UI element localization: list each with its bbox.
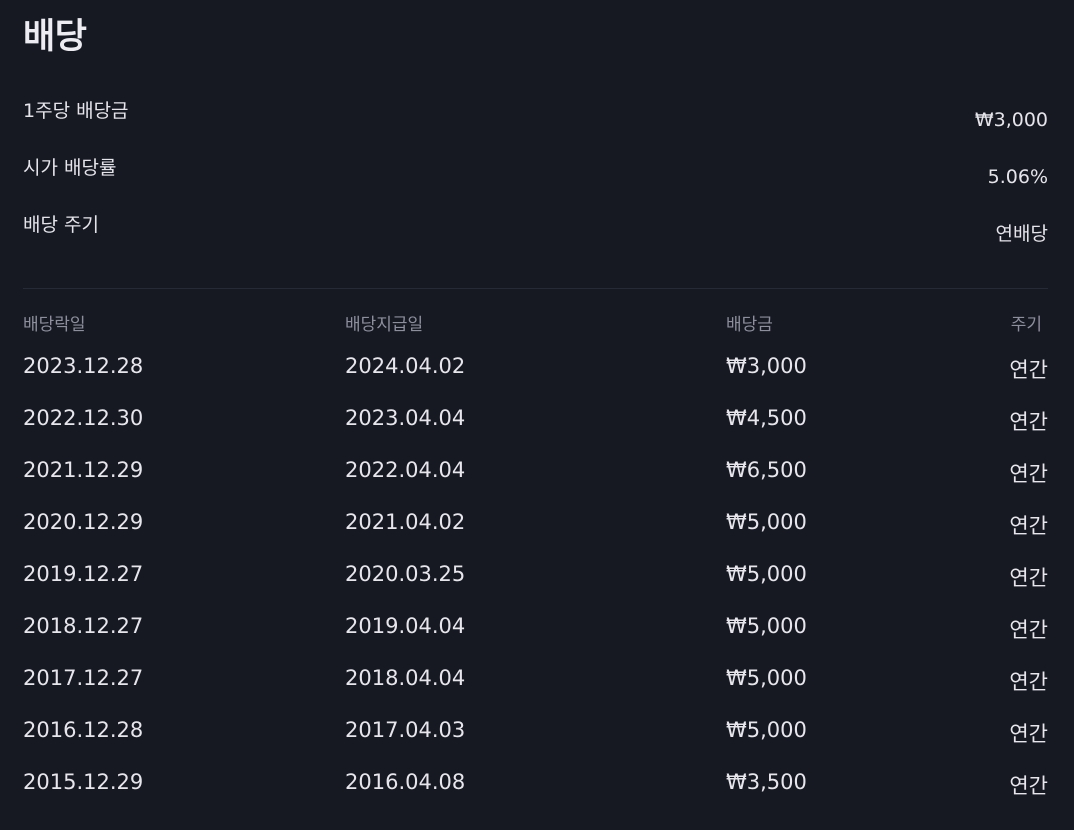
section-divider	[23, 288, 1048, 289]
pay-date-cell: 2018.04.04	[345, 666, 466, 690]
pay-date-cell: 2023.04.04	[345, 406, 466, 430]
dividend-history-table: 배당락일 배당지급일 배당금 주기 2023.12.28 2024.04.02 ₩3…	[23, 304, 1048, 810]
table-row: 2016.12.28 2017.04.03 ₩5,000 연간	[23, 706, 1048, 758]
amount-cell: ₩6,500	[726, 458, 807, 482]
summary-label: 배당 주기	[23, 213, 99, 236]
cycle-cell: 연간	[1009, 618, 1048, 642]
table-header: 배당락일 배당지급일 배당금 주기	[23, 304, 1048, 342]
summary-label: 1주당 배당금	[23, 99, 129, 122]
cycle-cell: 연간	[1009, 566, 1048, 590]
summary-value: ₩3,000	[974, 108, 1048, 131]
amount-cell: ₩5,000	[726, 718, 807, 742]
amount-cell: ₩5,000	[726, 614, 807, 638]
cycle-cell: 연간	[1009, 722, 1048, 746]
page-title: 배당	[23, 17, 87, 57]
ex-date-cell: 2020.12.29	[23, 510, 144, 534]
summary-row-yield: 시가 배당률 5.06%	[23, 143, 1048, 200]
dividend-panel: 배당 1주당 배당금 ₩3,000 시가 배당률 5.06% 배당 주기 연배당…	[0, 0, 1074, 830]
summary-label: 시가 배당률	[23, 156, 117, 179]
dividend-summary: 1주당 배당금 ₩3,000 시가 배당률 5.06% 배당 주기 연배당	[23, 86, 1048, 257]
ex-date-cell: 2017.12.27	[23, 666, 144, 690]
table-body: 2023.12.28 2024.04.02 ₩3,000 연간 2022.12.30 20…	[23, 342, 1048, 810]
ex-date-cell: 2015.12.29	[23, 770, 144, 794]
ex-date-cell: 2022.12.30	[23, 406, 144, 430]
pay-date-cell: 2017.04.03	[345, 718, 466, 742]
table-row: 2018.12.27 2019.04.04 ₩5,000 연간	[23, 602, 1048, 654]
amount-cell: ₩3,000	[726, 354, 807, 378]
amount-cell: ₩5,000	[726, 510, 807, 534]
table-row: 2017.12.27 2018.04.04 ₩5,000 연간	[23, 654, 1048, 706]
summary-value: 5.06%	[987, 165, 1048, 188]
cycle-cell: 연간	[1009, 514, 1048, 538]
column-header-amount: 배당금	[726, 315, 773, 335]
pay-date-cell: 2022.04.04	[345, 458, 466, 482]
ex-date-cell: 2021.12.29	[23, 458, 144, 482]
cycle-cell: 연간	[1009, 670, 1048, 694]
pay-date-cell: 2019.04.04	[345, 614, 466, 638]
pay-date-cell: 2024.04.02	[345, 354, 466, 378]
cycle-cell: 연간	[1009, 774, 1048, 798]
ex-date-cell: 2023.12.28	[23, 354, 144, 378]
summary-row-cycle: 배당 주기 연배당	[23, 200, 1048, 257]
amount-cell: ₩5,000	[726, 562, 807, 586]
cycle-cell: 연간	[1009, 462, 1048, 486]
summary-value: 연배당	[995, 222, 1048, 245]
cycle-cell: 연간	[1009, 358, 1048, 382]
pay-date-cell: 2020.03.25	[345, 562, 466, 586]
table-row: 2021.12.29 2022.04.04 ₩6,500 연간	[23, 446, 1048, 498]
table-row: 2019.12.27 2020.03.25 ₩5,000 연간	[23, 550, 1048, 602]
pay-date-cell: 2021.04.02	[345, 510, 466, 534]
column-header-pay-date: 배당지급일	[345, 315, 424, 335]
ex-date-cell: 2016.12.28	[23, 718, 144, 742]
amount-cell: ₩4,500	[726, 406, 807, 430]
table-row: 2020.12.29 2021.04.02 ₩5,000 연간	[23, 498, 1048, 550]
amount-cell: ₩5,000	[726, 666, 807, 690]
column-header-cycle: 주기	[1010, 315, 1042, 335]
summary-row-per-share: 1주당 배당금 ₩3,000	[23, 86, 1048, 143]
ex-date-cell: 2018.12.27	[23, 614, 144, 638]
pay-date-cell: 2016.04.08	[345, 770, 466, 794]
table-row: 2015.12.29 2016.04.08 ₩3,500 연간	[23, 758, 1048, 810]
table-row: 2023.12.28 2024.04.02 ₩3,000 연간	[23, 342, 1048, 394]
ex-date-cell: 2019.12.27	[23, 562, 144, 586]
column-header-ex-date: 배당락일	[23, 315, 86, 335]
table-row: 2022.12.30 2023.04.04 ₩4,500 연간	[23, 394, 1048, 446]
amount-cell: ₩3,500	[726, 770, 807, 794]
cycle-cell: 연간	[1009, 410, 1048, 434]
